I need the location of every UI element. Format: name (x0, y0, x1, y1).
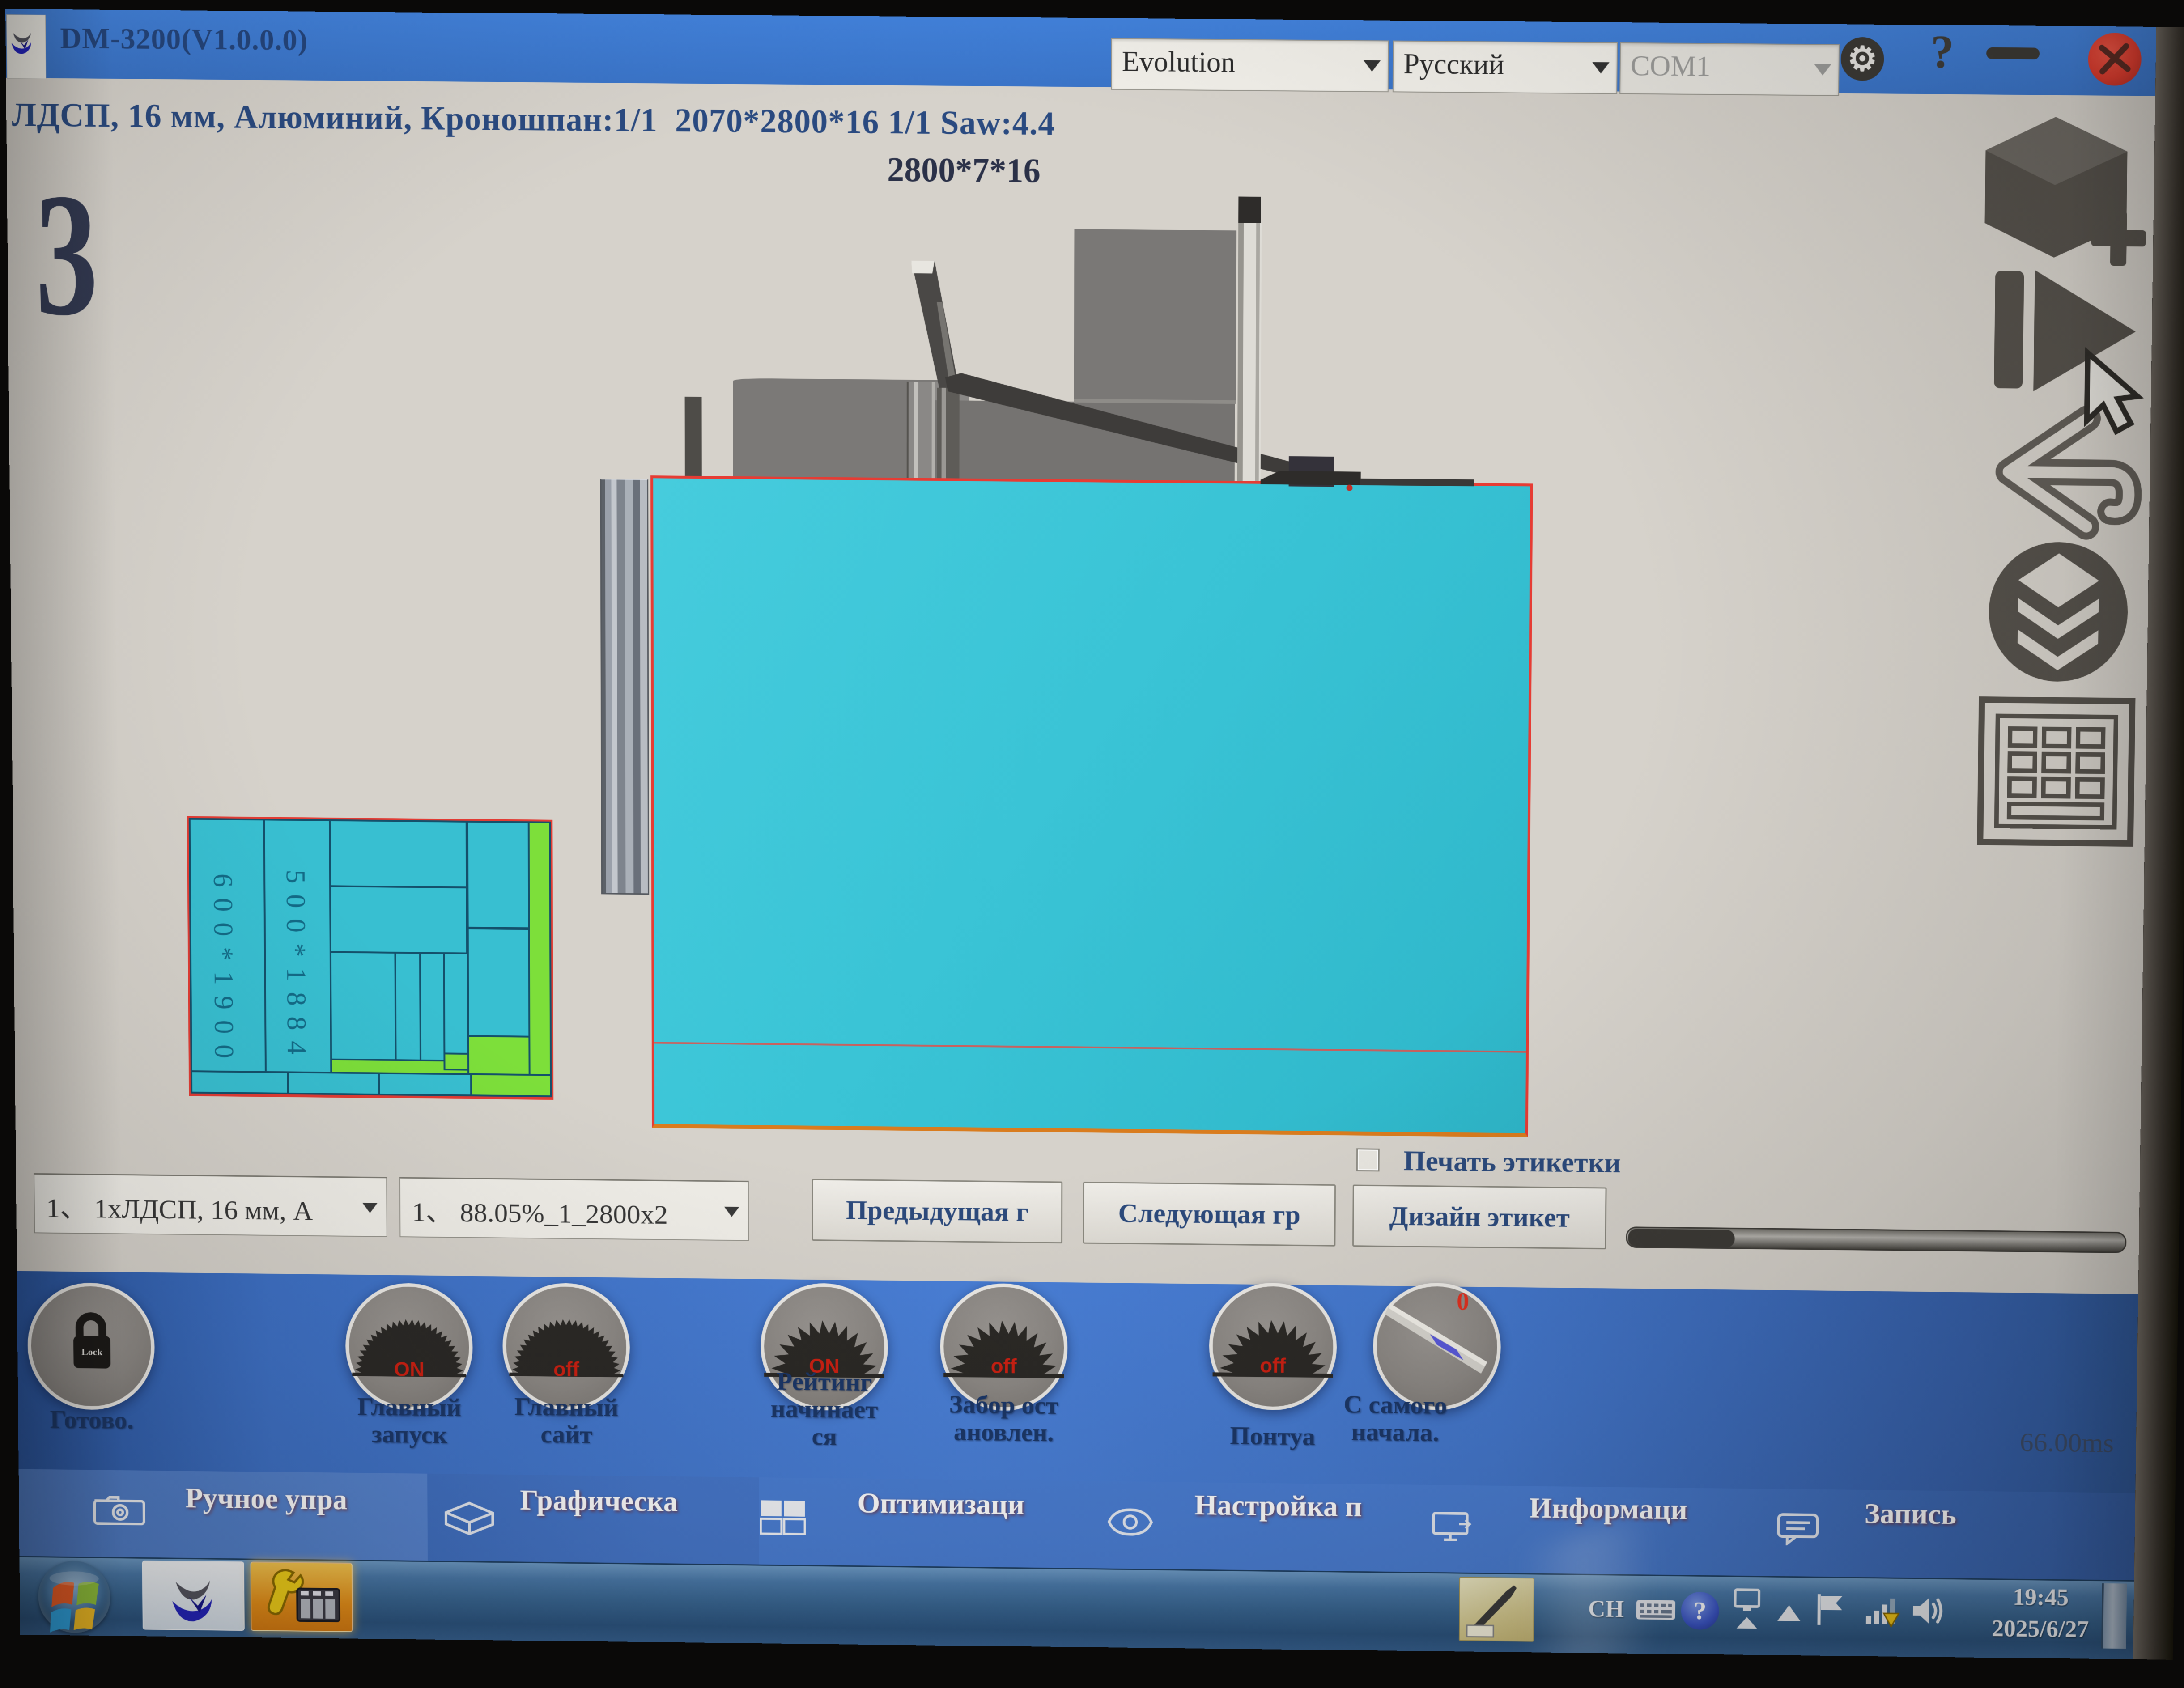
svg-text:Lock: Lock (81, 1346, 103, 1357)
svg-text:0: 0 (1457, 1288, 1469, 1315)
